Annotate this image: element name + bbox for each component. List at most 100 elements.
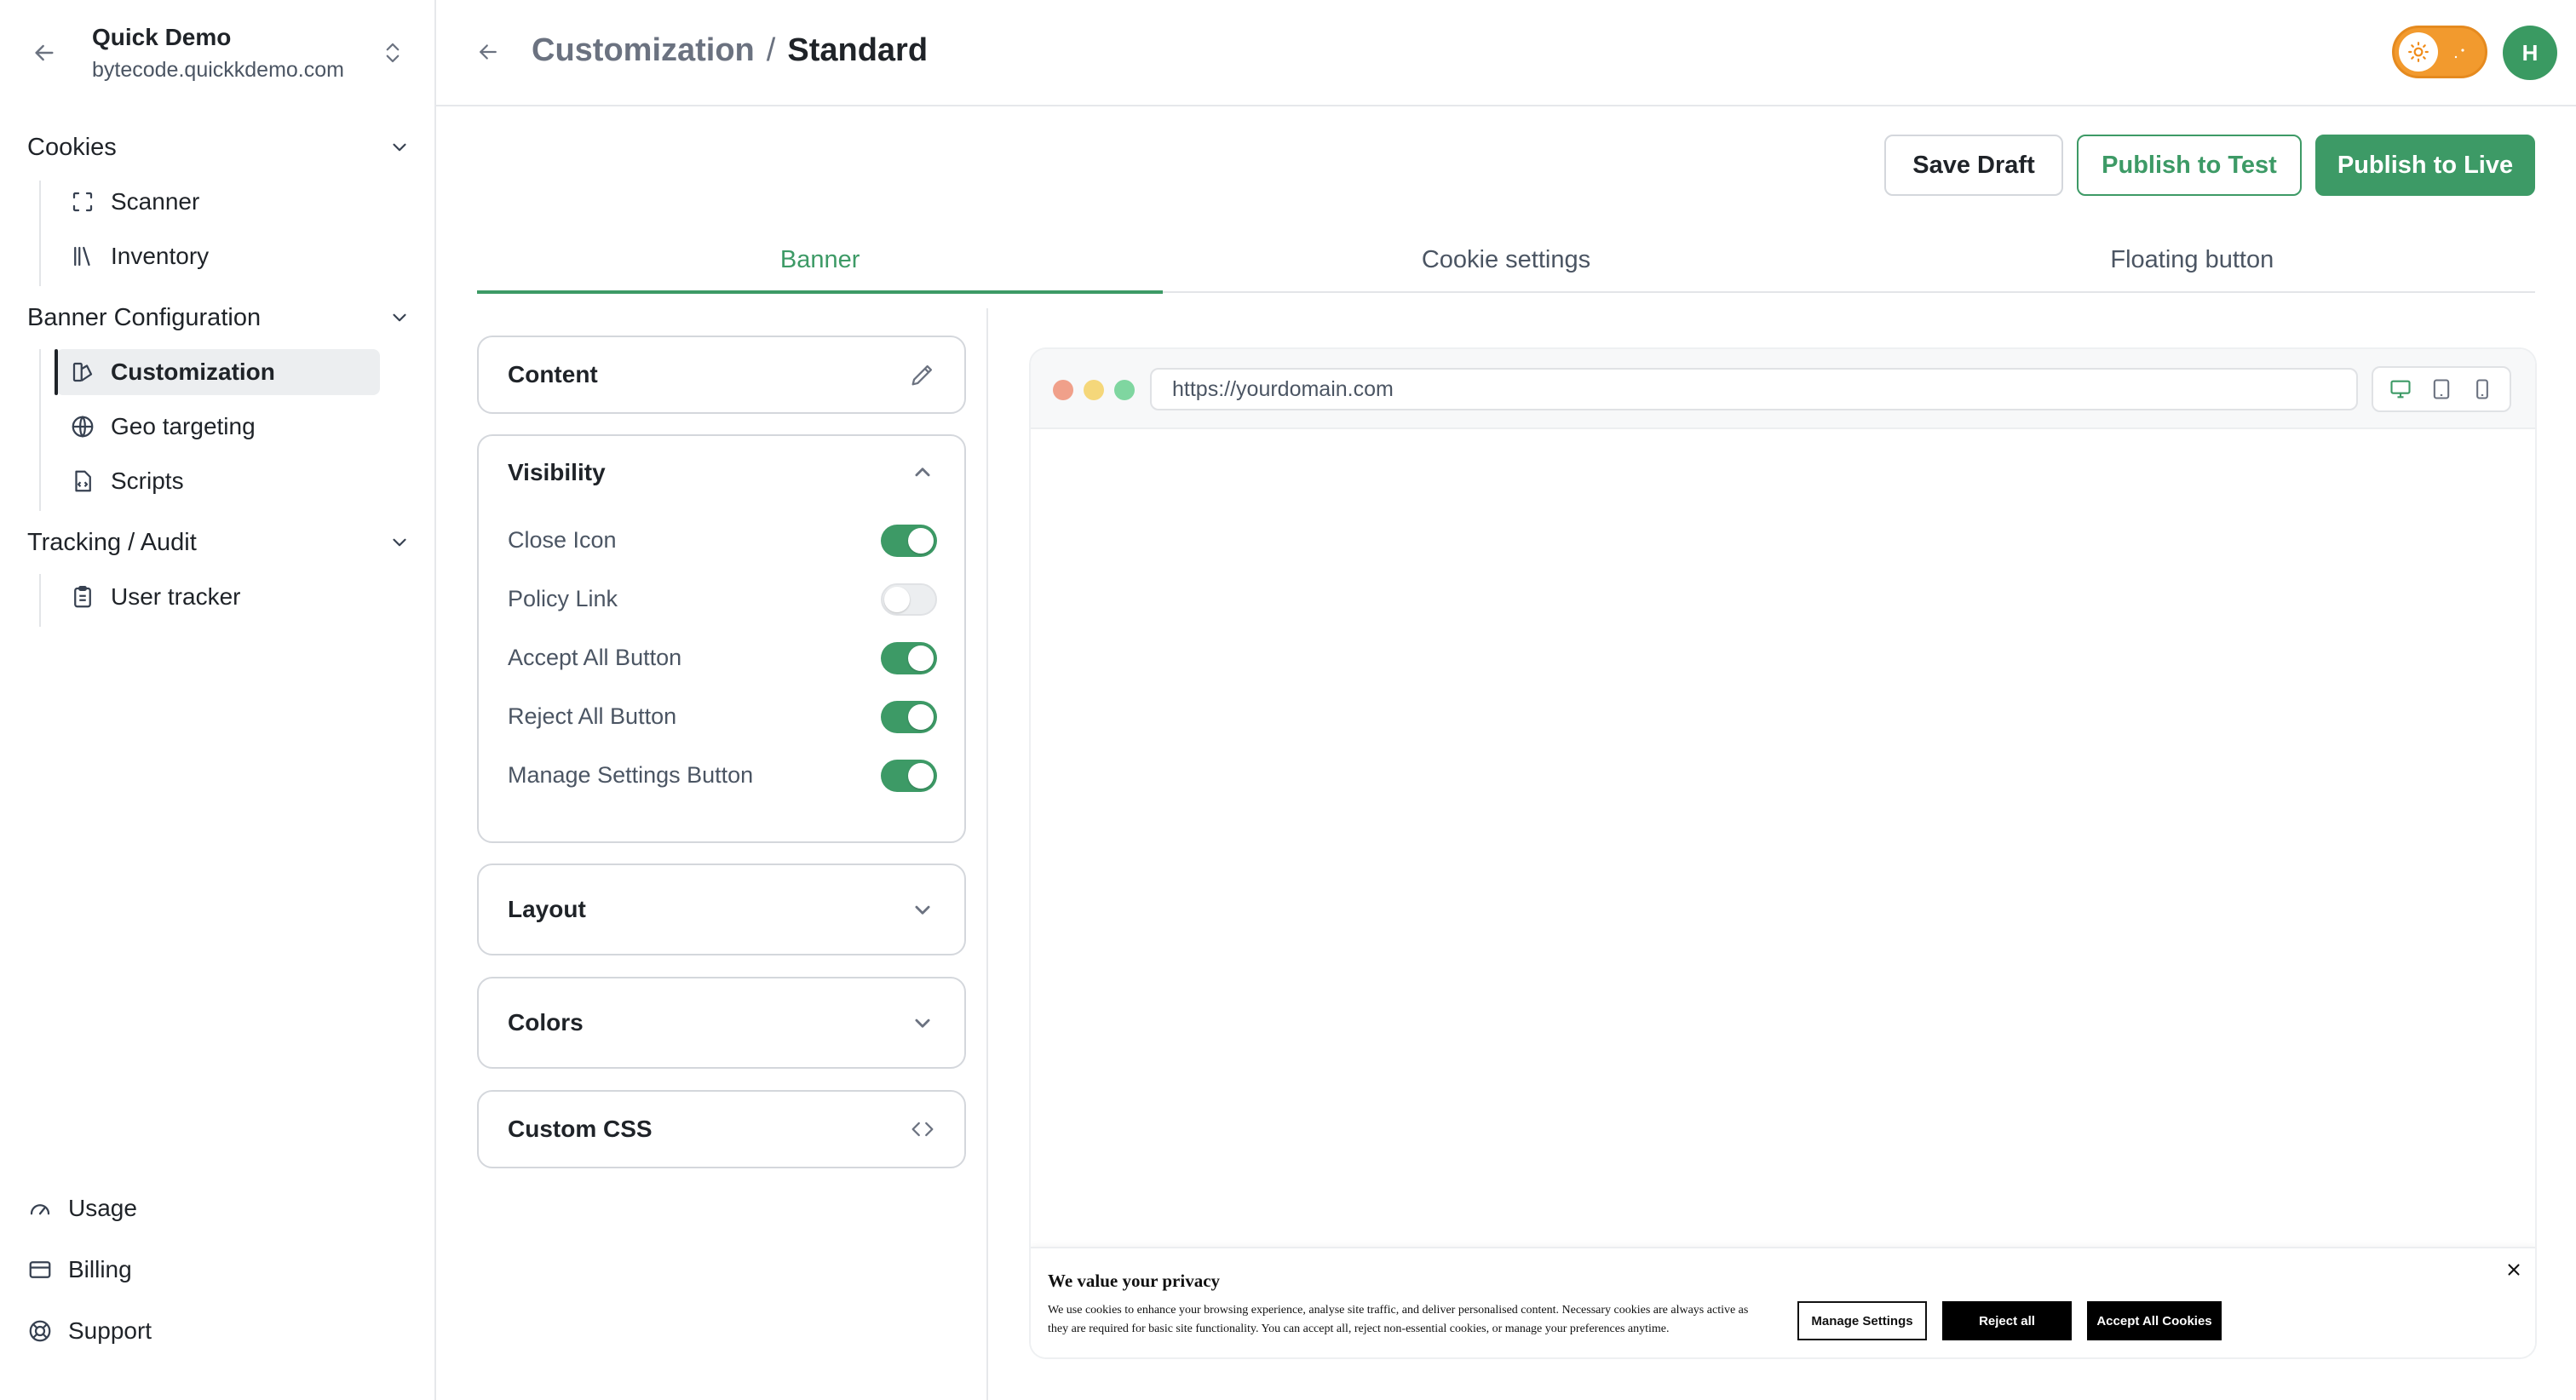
scan-icon: [72, 192, 93, 212]
section-label: Banner Configuration: [27, 303, 262, 331]
section-divider: [39, 349, 41, 511]
sidebar-item-scanner[interactable]: Scanner: [56, 179, 380, 225]
window-dot-green: [1114, 380, 1135, 400]
gauge-icon: [30, 1204, 50, 1215]
tab-bar: Banner Cookie settings Floating button: [477, 228, 2535, 294]
breadcrumb-separator: /: [766, 32, 776, 68]
reject-all-toggle[interactable]: [881, 700, 937, 733]
breadcrumb-parent[interactable]: Customization: [532, 32, 755, 69]
layout-card[interactable]: Layout: [477, 864, 966, 955]
section-label: Tracking / Audit: [27, 528, 197, 556]
workspace-switcher[interactable]: Quick Demo bytecode.quickkdemo.com: [0, 0, 434, 106]
workspace-domain: bytecode.quickkdemo.com: [92, 58, 344, 82]
toggle-label: Close Icon: [508, 527, 617, 553]
sidebar-item-user-tracker[interactable]: User tracker: [56, 574, 380, 620]
card-title: Layout: [508, 896, 586, 922]
page-title: Standard: [787, 32, 929, 68]
chevron-down-icon: [393, 538, 406, 547]
stars-icon: [2454, 49, 2464, 59]
publish-to-test-button[interactable]: Publish to Test: [2077, 135, 2302, 196]
policy-link-toggle[interactable]: [881, 582, 937, 616]
sidebar-item-usage[interactable]: Usage: [27, 1187, 137, 1230]
sidebar-item-support[interactable]: Support: [27, 1310, 152, 1352]
chevrons-up-down-icon[interactable]: [380, 37, 405, 68]
mobile-icon[interactable]: [2470, 377, 2494, 401]
chevron-down-icon: [915, 905, 930, 915]
custom-css-card[interactable]: Custom CSS: [477, 1090, 966, 1168]
url-bar: https://yourdomain.com: [1150, 368, 2358, 410]
browser-bar: https://yourdomain.com: [1031, 349, 2535, 429]
section-divider: [39, 181, 41, 286]
pencil-icon[interactable]: [908, 360, 937, 389]
avatar[interactable]: H: [2503, 26, 2557, 80]
content-card[interactable]: Content: [477, 336, 966, 414]
accept-all-cookies-button[interactable]: Accept All Cookies: [2087, 1301, 2222, 1340]
section-divider: [39, 574, 41, 627]
sidebar-item-label: Usage: [68, 1195, 137, 1221]
close-icon-toggle[interactable]: [881, 524, 937, 557]
sidebar-section-cookies[interactable]: Cookies: [27, 128, 411, 167]
library-icon: [74, 246, 90, 267]
toggle-row-policy-link: Policy Link: [479, 570, 964, 628]
sidebar-item-inventory[interactable]: Inventory: [56, 233, 380, 279]
toggle-row-accept-all: Accept All Button: [479, 628, 964, 687]
sidebar-item-geo-targeting[interactable]: Geo targeting: [56, 404, 380, 450]
chevron-down-icon: [393, 143, 406, 152]
manage-settings-toggle[interactable]: [881, 759, 937, 792]
sidebar-item-label: Scanner: [111, 188, 200, 215]
banner-preview: https://yourdomain.com We value your pri…: [1031, 349, 2535, 1357]
toggle-label: Accept All Button: [508, 645, 682, 670]
theme-toggle[interactable]: [2392, 26, 2487, 78]
sidebar-item-billing[interactable]: Billing: [27, 1248, 132, 1291]
card-title: Custom CSS: [508, 1116, 653, 1142]
credit-card-icon: [29, 1261, 51, 1278]
visibility-card: Visibility Close Icon Policy Link Accept…: [477, 434, 966, 843]
arrow-left-icon[interactable]: [474, 39, 503, 65]
toggle-row-reject-all: Reject All Button: [479, 687, 964, 746]
tab-cookie-settings[interactable]: Cookie settings: [1163, 228, 1849, 291]
sun-icon: [2399, 32, 2438, 72]
sidebar-item-label: Customization: [111, 359, 275, 385]
visibility-header[interactable]: Visibility: [479, 436, 964, 509]
reject-all-button[interactable]: Reject all: [1942, 1301, 2072, 1340]
sidebar-item-customization[interactable]: Customization: [55, 349, 380, 395]
toggle-row-close-icon: Close Icon: [479, 511, 964, 570]
arrow-left-icon[interactable]: [29, 39, 60, 66]
clipboard-icon: [74, 586, 91, 608]
tab-floating-button[interactable]: Floating button: [1849, 228, 2535, 291]
sidebar-item-scripts[interactable]: Scripts: [56, 458, 380, 504]
workspace-name: Quick Demo: [92, 24, 232, 50]
chevron-down-icon: [393, 313, 406, 322]
manage-settings-button[interactable]: Manage Settings: [1797, 1301, 1927, 1340]
file-code-icon: [75, 470, 91, 492]
card-title: Colors: [508, 1009, 584, 1036]
accept-all-toggle[interactable]: [881, 641, 937, 674]
device-switcher: [2372, 366, 2511, 412]
toggle-label: Reject All Button: [508, 703, 677, 729]
colors-card[interactable]: Colors: [477, 977, 966, 1069]
sidebar-item-label: Billing: [68, 1256, 132, 1282]
chevron-up-icon: [915, 468, 930, 477]
window-dot-yellow: [1084, 380, 1104, 400]
desktop-icon[interactable]: [2389, 377, 2412, 401]
sidebar-item-label: Support: [68, 1317, 152, 1344]
save-draft-button[interactable]: Save Draft: [1884, 135, 2063, 196]
card-title: Visibility: [508, 459, 606, 485]
sidebar-section-tracking-audit[interactable]: Tracking / Audit: [27, 523, 411, 562]
section-label: Cookies: [27, 133, 117, 161]
life-buoy-icon: [29, 1320, 51, 1342]
chevron-down-icon: [915, 1018, 930, 1028]
tab-banner[interactable]: Banner: [477, 228, 1164, 294]
sidebar-item-label: Inventory: [111, 243, 210, 269]
sidebar: Quick Demo bytecode.quickkdemo.com Cooki…: [0, 0, 436, 1400]
code-icon: [911, 1122, 934, 1137]
window-dot-red: [1053, 380, 1073, 400]
publish-to-live-button[interactable]: Publish to Live: [2315, 135, 2535, 196]
sidebar-item-label: Scripts: [111, 468, 184, 494]
close-icon[interactable]: [2504, 1260, 2523, 1279]
card-title: Content: [508, 361, 598, 387]
toggle-label: Policy Link: [508, 586, 618, 611]
sidebar-section-banner-configuration[interactable]: Banner Configuration: [27, 298, 411, 337]
tablet-icon[interactable]: [2429, 377, 2453, 401]
breadcrumb: Customization / Standard: [532, 32, 928, 69]
